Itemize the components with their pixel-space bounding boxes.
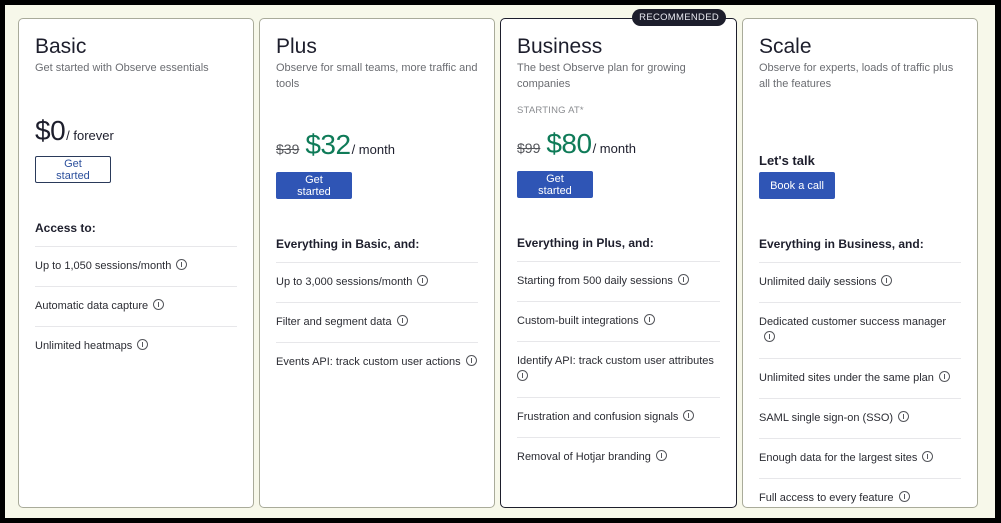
info-icon[interactable] bbox=[655, 450, 667, 461]
price-row: $39 $32 / month bbox=[276, 129, 395, 161]
info-icon[interactable] bbox=[517, 370, 528, 381]
feature-item: Removal of Hotjar branding bbox=[517, 437, 720, 477]
feature-text: Up to 1,050 sessions/month bbox=[35, 260, 172, 272]
feature-item: Full access to every feature bbox=[759, 478, 961, 518]
pricing-page: Basic Get started with Observe essential… bbox=[5, 5, 995, 518]
feature-text: Identify API: track custom user attribut… bbox=[517, 355, 714, 367]
feature-item: Events API: track custom user actions bbox=[276, 342, 478, 382]
feature-item: SAML single sign-on (SSO) bbox=[759, 398, 961, 438]
feature-item: Filter and segment data bbox=[276, 302, 478, 342]
info-icon[interactable] bbox=[764, 331, 775, 342]
starting-at-label: STARTING AT* bbox=[517, 105, 584, 116]
feature-text: Frustration and confusion signals bbox=[517, 411, 679, 423]
plan-card-business: RECOMMENDED Business The best Observe pl… bbox=[500, 9, 737, 508]
price-period: / month bbox=[592, 141, 636, 156]
info-icon[interactable] bbox=[417, 275, 429, 286]
feature-text: Custom-built integrations bbox=[517, 315, 639, 327]
feature-text: Removal of Hotjar branding bbox=[517, 451, 651, 463]
info-icon[interactable] bbox=[938, 371, 950, 382]
info-icon[interactable] bbox=[396, 315, 408, 326]
features-title: Everything in Business, and: bbox=[759, 237, 924, 251]
info-icon[interactable] bbox=[643, 314, 655, 325]
feature-item: Unlimited sites under the same plan bbox=[759, 358, 961, 398]
lets-talk-label: Let's talk bbox=[759, 153, 815, 168]
feature-text: Dedicated customer success manager bbox=[759, 316, 947, 328]
original-price: $39 bbox=[276, 141, 300, 157]
feature-item: Unlimited daily sessions bbox=[759, 262, 961, 302]
price-row: $99 $80 / month bbox=[517, 128, 636, 160]
recommended-badge: RECOMMENDED bbox=[632, 9, 726, 26]
feature-text: Up to 3,000 sessions/month bbox=[276, 276, 413, 288]
info-icon[interactable] bbox=[898, 491, 910, 502]
get-started-button[interactable]: Get started bbox=[35, 156, 111, 183]
info-icon[interactable] bbox=[465, 355, 477, 366]
feature-item: Enough data for the largest sites bbox=[759, 438, 961, 478]
get-started-button[interactable]: Get started bbox=[517, 171, 593, 198]
get-started-button[interactable]: Get started bbox=[276, 172, 352, 199]
price-period: / forever bbox=[66, 128, 114, 143]
feature-item: Starting from 500 daily sessions bbox=[517, 261, 720, 301]
info-icon[interactable] bbox=[881, 275, 893, 286]
plan-description: Observe for experts, loads of traffic pl… bbox=[759, 62, 954, 90]
plan-description: The best Observe plan for growing compan… bbox=[517, 62, 686, 90]
feature-text: SAML single sign-on (SSO) bbox=[759, 412, 894, 424]
plan-card-plus: Plus Observe for small teams, more traff… bbox=[259, 18, 495, 508]
feature-item: Up to 1,050 sessions/month bbox=[35, 246, 237, 286]
plan-name: Scale bbox=[759, 35, 812, 58]
feature-item: Dedicated customer success manager bbox=[759, 302, 961, 358]
plan-name: Business bbox=[517, 35, 603, 58]
features-title: Access to: bbox=[35, 221, 96, 235]
feature-text: Unlimited heatmaps bbox=[35, 340, 133, 352]
original-price: $99 bbox=[517, 140, 541, 156]
info-icon[interactable] bbox=[683, 410, 695, 421]
feature-item: Frustration and confusion signals bbox=[517, 397, 720, 437]
feature-item: Custom-built integrations bbox=[517, 301, 720, 341]
price: $0 bbox=[35, 115, 66, 146]
price: $32 bbox=[305, 129, 351, 160]
feature-list: Up to 3,000 sessions/month Filter and se… bbox=[276, 262, 478, 382]
info-icon[interactable] bbox=[922, 451, 934, 462]
feature-list: Starting from 500 daily sessions Custom-… bbox=[517, 261, 720, 477]
feature-text: Automatic data capture bbox=[35, 300, 149, 312]
info-icon[interactable] bbox=[137, 339, 149, 350]
feature-text: Unlimited daily sessions bbox=[759, 276, 877, 288]
plan-description: Get started with Observe essentials bbox=[35, 62, 209, 74]
plan-card-scale: Scale Observe for experts, loads of traf… bbox=[742, 18, 978, 508]
feature-item: Unlimited heatmaps bbox=[35, 326, 237, 366]
price-row: $0 / forever bbox=[35, 115, 114, 147]
features-title: Everything in Basic, and: bbox=[276, 237, 420, 251]
feature-text: Events API: track custom user actions bbox=[276, 356, 461, 368]
plan-description: Observe for small teams, more traffic an… bbox=[276, 62, 478, 90]
feature-list: Up to 1,050 sessions/month Automatic dat… bbox=[35, 246, 237, 366]
features-title: Everything in Plus, and: bbox=[517, 236, 654, 250]
plan-name: Plus bbox=[276, 35, 317, 58]
feature-list: Unlimited daily sessions Dedicated custo… bbox=[759, 262, 961, 518]
feature-item: Automatic data capture bbox=[35, 286, 237, 326]
info-icon[interactable] bbox=[677, 274, 689, 285]
plan-name: Basic bbox=[35, 35, 87, 58]
price-period: / month bbox=[351, 142, 395, 157]
plan-card-basic: Basic Get started with Observe essential… bbox=[18, 18, 254, 508]
info-icon[interactable] bbox=[898, 411, 910, 422]
feature-text: Unlimited sites under the same plan bbox=[759, 372, 934, 384]
info-icon[interactable] bbox=[176, 259, 188, 270]
feature-item: Identify API: track custom user attribut… bbox=[517, 341, 720, 397]
feature-text: Starting from 500 daily sessions bbox=[517, 275, 673, 287]
feature-item: Up to 3,000 sessions/month bbox=[276, 262, 478, 302]
info-icon[interactable] bbox=[153, 299, 165, 310]
feature-text: Filter and segment data bbox=[276, 316, 392, 328]
feature-text: Enough data for the largest sites bbox=[759, 452, 918, 464]
feature-text: Full access to every feature bbox=[759, 492, 894, 504]
price: $80 bbox=[546, 128, 592, 159]
book-a-call-button[interactable]: Book a call bbox=[759, 172, 835, 199]
